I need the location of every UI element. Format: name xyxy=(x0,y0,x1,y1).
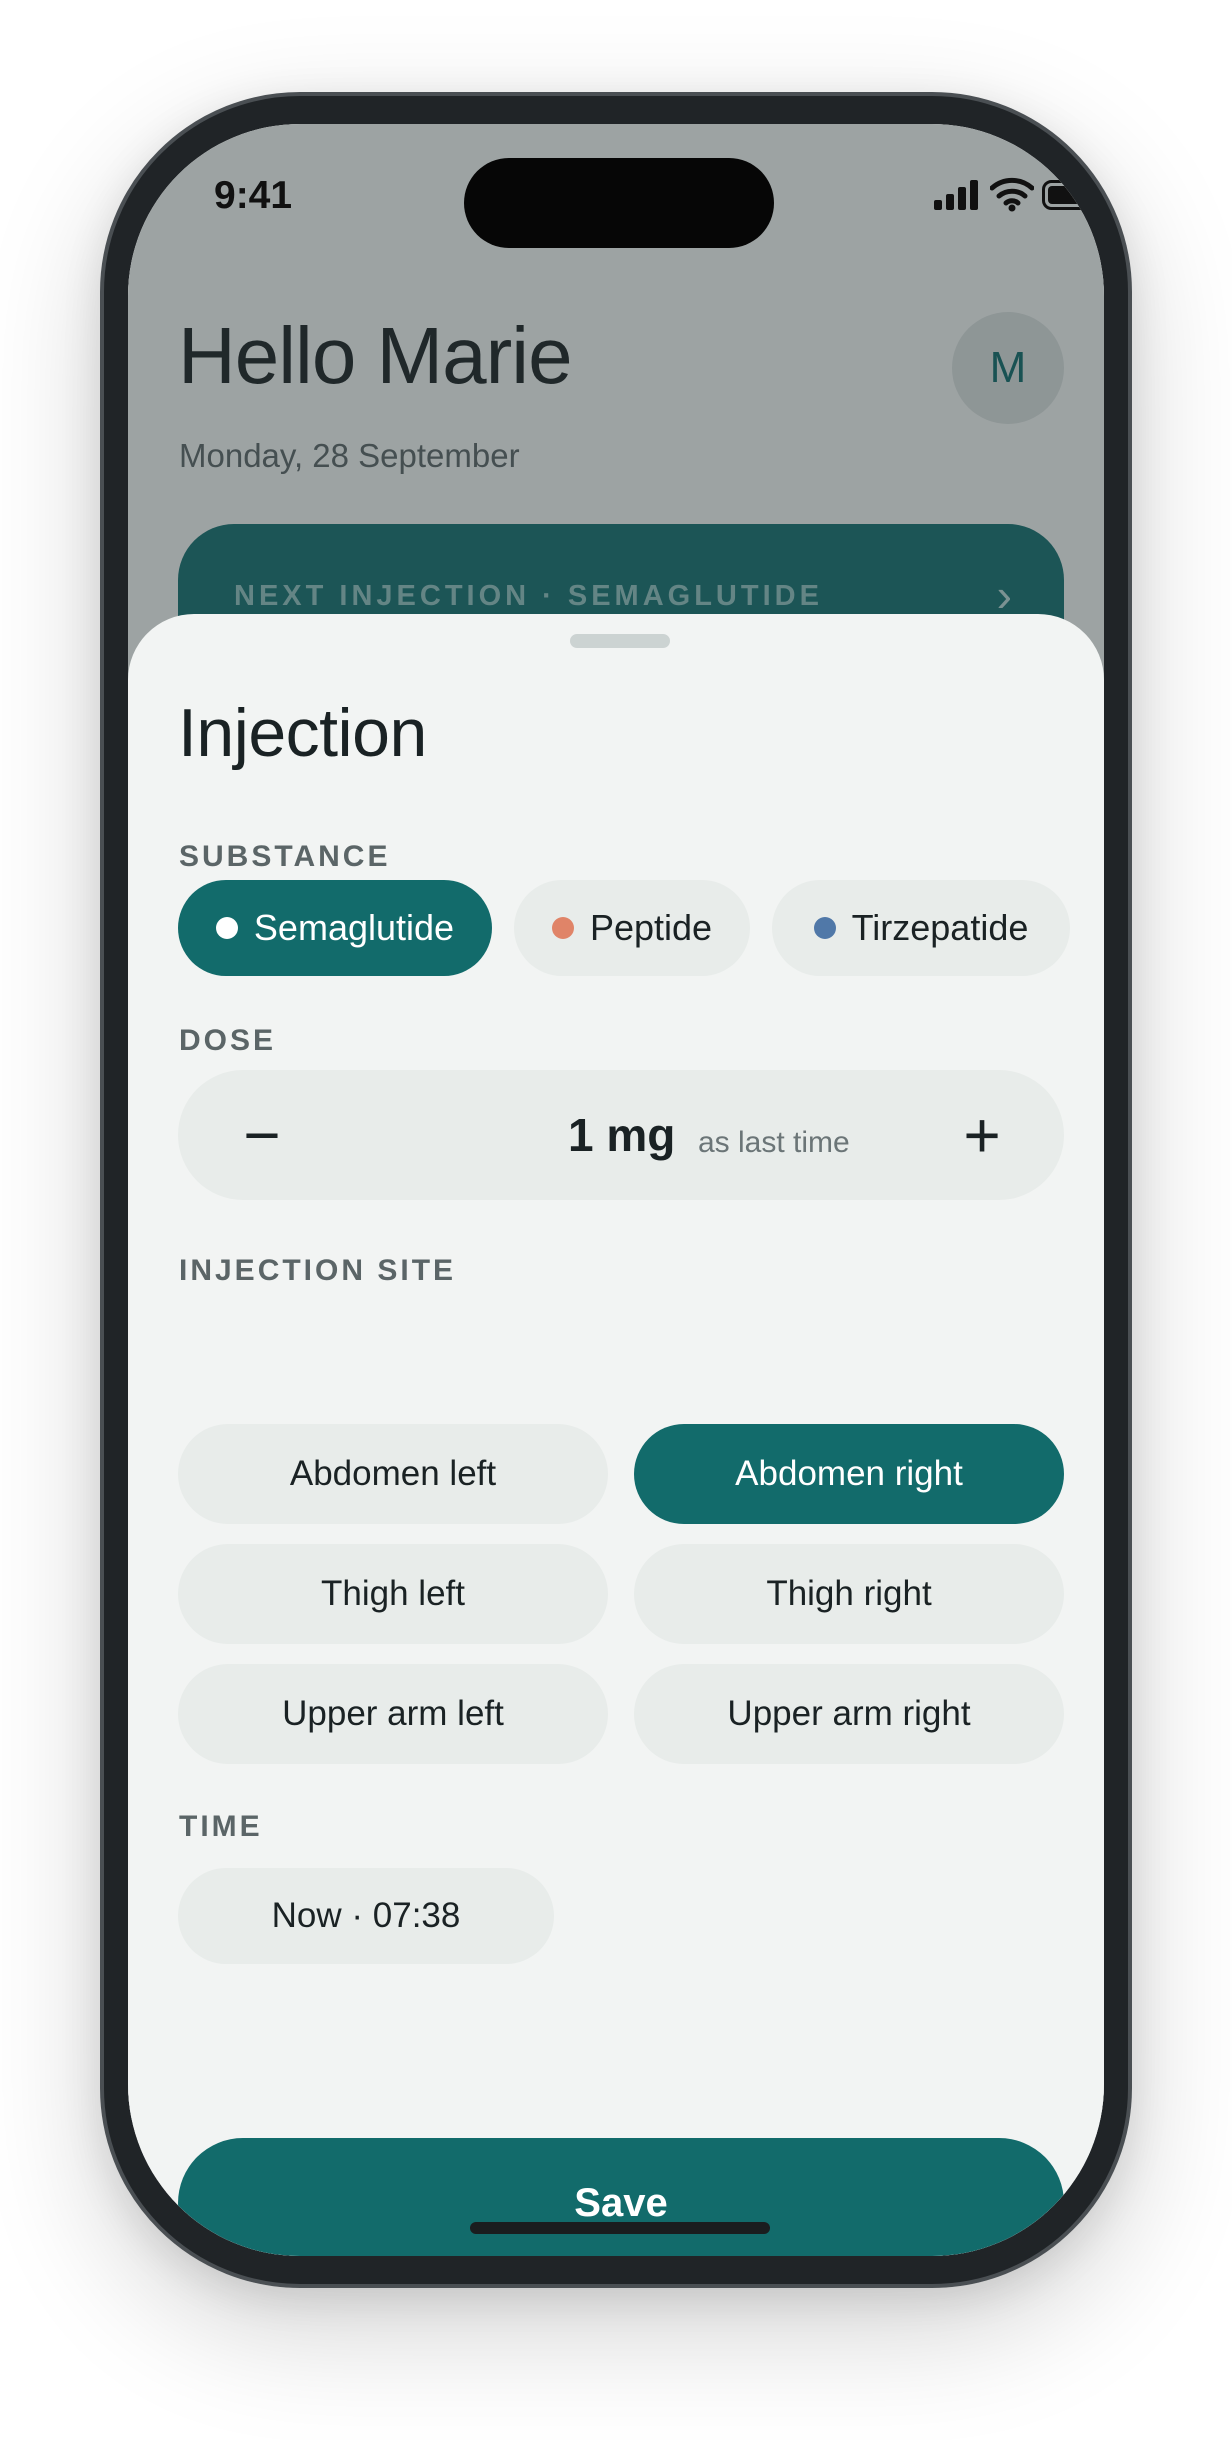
wifi-icon xyxy=(990,177,1034,212)
dose-label: DOSE xyxy=(179,1024,277,1057)
substance-chip-peptide[interactable]: Peptide xyxy=(514,880,750,976)
dose-value: 1 mg xyxy=(568,1109,676,1161)
substance-dot-icon xyxy=(215,917,238,939)
site-thigh-left[interactable]: Thigh left xyxy=(178,1544,608,1644)
substance-chip-tirzepatide[interactable]: Tirzepatide xyxy=(772,880,1070,976)
status-time: 9:41 xyxy=(214,174,293,217)
dose-decrement-button[interactable]: − xyxy=(228,1101,296,1169)
phone-screen: Hello Marie Monday, 28 September M NEXT … xyxy=(128,124,1104,2256)
battery-icon xyxy=(1042,180,1099,210)
substance-chip-label: Tirzepatide xyxy=(851,907,1029,948)
save-button[interactable]: Save xyxy=(178,2138,1064,2256)
substance-chip-label: Semaglutide xyxy=(253,907,455,948)
site-upper-arm-right[interactable]: Upper arm right xyxy=(634,1664,1064,1764)
dose-stepper: − 1 mg as last time + xyxy=(178,1070,1064,1200)
substance-label: SUBSTANCE xyxy=(179,840,391,873)
substance-dot-icon xyxy=(813,917,836,939)
site-abdomen-left[interactable]: Abdomen left xyxy=(178,1424,608,1524)
injection-sheet: Injection SUBSTANCE Semaglutide Peptide … xyxy=(128,614,1104,2256)
time-label: TIME xyxy=(179,1810,263,1843)
phone-frame: Hello Marie Monday, 28 September M NEXT … xyxy=(100,92,1132,2288)
sheet-title: Injection xyxy=(178,695,427,771)
substance-dot-icon xyxy=(551,917,574,939)
dose-note: as last time xyxy=(698,1126,850,1159)
home-indicator[interactable] xyxy=(470,2222,770,2234)
substance-chip-label: Peptide xyxy=(589,907,713,948)
sheet-grabber[interactable] xyxy=(570,634,670,648)
signal-icon xyxy=(934,180,978,210)
site-abdomen-right[interactable]: Abdomen right xyxy=(634,1424,1064,1524)
time-picker[interactable]: Now · 07:38 xyxy=(178,1868,554,1964)
site-thigh-right[interactable]: Thigh right xyxy=(634,1544,1064,1644)
dynamic-island xyxy=(464,158,774,248)
injection-site-label: INJECTION SITE xyxy=(179,1254,457,1287)
dose-increment-button[interactable]: + xyxy=(948,1101,1016,1169)
site-upper-arm-left[interactable]: Upper arm left xyxy=(178,1664,608,1764)
substance-chip-semaglutide[interactable]: Semaglutide xyxy=(178,880,492,976)
